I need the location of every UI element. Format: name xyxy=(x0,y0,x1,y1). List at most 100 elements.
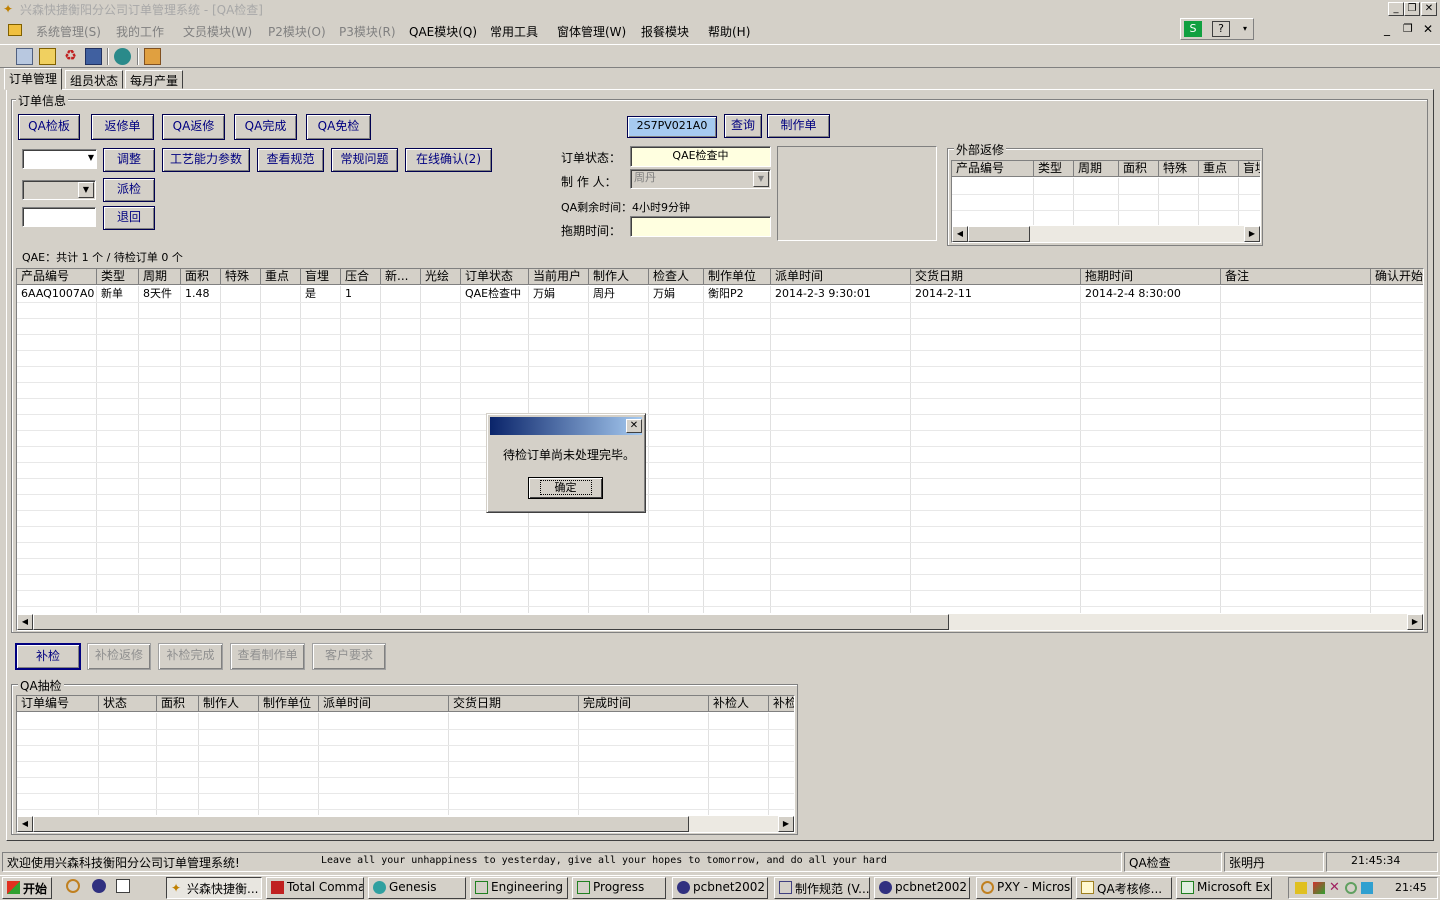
scroll-right-icon[interactable]: ▶ xyxy=(1407,614,1423,630)
table-cell[interactable] xyxy=(1371,286,1423,302)
table-cell[interactable] xyxy=(261,286,301,302)
customer-requirements-button[interactable]: 客户要求 xyxy=(312,643,386,670)
column-header[interactable]: 产品编号 xyxy=(952,161,1034,177)
tray-network-icon[interactable] xyxy=(1361,882,1373,894)
menu-system[interactable]: 系统管理(S) xyxy=(36,23,101,40)
external-repair-grid[interactable]: 产品编号类型周期面积特殊重点盲埋◀▶ xyxy=(951,160,1261,243)
recycle-icon[interactable]: ♻ xyxy=(62,48,79,65)
menu-help[interactable]: 帮助(H) xyxy=(708,23,750,40)
task-order-system[interactable]: ✦ 兴森快捷衡... xyxy=(166,877,262,899)
table-cell[interactable]: 衡阳P2 xyxy=(704,286,771,302)
column-header[interactable]: 制作人 xyxy=(589,269,649,285)
column-header[interactable]: 交货日期 xyxy=(911,269,1081,285)
return-input[interactable] xyxy=(22,207,96,227)
column-header[interactable]: 派单时间 xyxy=(319,696,449,712)
help-icon[interactable]: ? xyxy=(1212,21,1230,37)
column-header[interactable]: 确认开始 xyxy=(1371,269,1423,285)
close-button[interactable]: ✕ xyxy=(1421,2,1437,16)
order-code-field[interactable]: 2S7PV021A0 xyxy=(627,116,717,138)
menu-clerk[interactable]: 文员模块(W) xyxy=(183,23,252,40)
scroll-left-icon[interactable]: ◀ xyxy=(17,614,33,630)
column-header[interactable]: 面积 xyxy=(1119,161,1159,177)
dialog-close-icon[interactable]: ✕ xyxy=(626,419,642,433)
column-header[interactable]: 重点 xyxy=(261,269,301,285)
column-header[interactable]: 特殊 xyxy=(221,269,261,285)
task-genesis[interactable]: Genesis xyxy=(368,877,466,899)
dispatch-combo[interactable]: ▼ xyxy=(22,180,96,200)
column-header[interactable]: 面积 xyxy=(157,696,199,712)
column-header[interactable]: 特殊 xyxy=(1159,161,1199,177)
tray-pen-icon[interactable] xyxy=(1295,882,1307,894)
scroll-thumb[interactable] xyxy=(33,614,949,630)
table-cell[interactable]: 1 xyxy=(341,286,381,302)
horizontal-scrollbar[interactable]: ◀ ▶ xyxy=(17,816,794,832)
column-header[interactable]: 类型 xyxy=(97,269,139,285)
tab-member-status[interactable]: 组员状态 xyxy=(65,70,124,89)
menu-meal[interactable]: 报餐模块 xyxy=(641,23,689,40)
menu-p2[interactable]: P2模块(O) xyxy=(268,23,326,40)
tab-monthly-output[interactable]: 每月产量 xyxy=(125,70,184,89)
column-header[interactable]: 补检 xyxy=(769,696,794,712)
menu-window[interactable]: 窗体管理(W) xyxy=(557,23,626,40)
dialog-ok-button[interactable]: 确定 xyxy=(528,477,603,499)
view-make-order-button[interactable]: 查看制作单 xyxy=(230,643,305,670)
grid-icon[interactable] xyxy=(16,48,33,65)
dispatch-button[interactable]: 派检 xyxy=(103,178,155,202)
qa-complete-button[interactable]: QA完成 xyxy=(234,114,297,140)
table-cell[interactable]: 1.48 xyxy=(181,286,221,302)
quicklaunch-clock-icon[interactable] xyxy=(66,879,80,893)
table-cell[interactable] xyxy=(421,286,461,302)
column-header[interactable]: 压合 xyxy=(341,269,381,285)
maker-combo[interactable]: 周丹 ▼ xyxy=(630,169,771,189)
column-header[interactable]: 面积 xyxy=(181,269,221,285)
restore-button[interactable]: ❐ xyxy=(1404,2,1420,16)
column-header[interactable]: 制作单位 xyxy=(259,696,319,712)
open-folder-icon[interactable] xyxy=(39,48,56,65)
table-cell[interactable]: 2014-2-11 xyxy=(911,286,1081,302)
table-cell[interactable]: 万娟 xyxy=(529,286,589,302)
menu-qae[interactable]: QAE模块(Q) xyxy=(409,23,477,40)
resample-button[interactable]: 补检 xyxy=(15,643,81,670)
task-qa-review[interactable]: QA考核修... xyxy=(1076,877,1172,899)
query-button[interactable]: 查询 xyxy=(724,114,762,138)
resample-complete-button[interactable]: 补检完成 xyxy=(158,643,223,670)
column-header[interactable]: 备注 xyxy=(1221,269,1371,285)
task-total-commander[interactable]: Total Comma... xyxy=(266,877,364,899)
view-spec-button[interactable]: 查看规范 xyxy=(257,148,324,172)
adjust-combo[interactable]: ▼ xyxy=(22,149,97,169)
qa-exempt-button[interactable]: QA免检 xyxy=(306,114,371,140)
minimize-button[interactable]: _ xyxy=(1388,2,1404,16)
scroll-thumb[interactable] xyxy=(968,226,1030,242)
scroll-right-icon[interactable]: ▶ xyxy=(1244,226,1260,242)
column-header[interactable]: 盲埋 xyxy=(1239,161,1260,177)
mdi-restore-button[interactable]: ❐ xyxy=(1403,22,1413,35)
qa-repair-button[interactable]: QA返修 xyxy=(162,114,225,140)
common-issues-button[interactable]: 常规问题 xyxy=(331,148,398,172)
mdi-close-button[interactable]: ✕ xyxy=(1423,22,1433,36)
menu-p3[interactable]: P3模块(R) xyxy=(339,23,396,40)
table-cell[interactable]: 万娟 xyxy=(649,286,704,302)
task-spec[interactable]: 制作规范 (V... xyxy=(774,877,870,899)
exit-icon[interactable] xyxy=(144,48,161,65)
column-header[interactable]: 周期 xyxy=(139,269,181,285)
task-progress[interactable]: Progress xyxy=(572,877,666,899)
repair-order-button[interactable]: 返修单 xyxy=(91,114,154,140)
quicklaunch-notepad-icon[interactable] xyxy=(116,879,130,893)
ime-dropdown-icon[interactable]: ▾ xyxy=(1239,21,1251,37)
task-pxy[interactable]: PXY - Micros... xyxy=(976,877,1072,899)
column-header[interactable]: 制作单位 xyxy=(704,269,771,285)
horizontal-scrollbar[interactable]: ◀ ▶ xyxy=(17,614,1423,630)
table-cell[interactable]: 8天件 xyxy=(139,286,181,302)
menu-tools[interactable]: 常用工具 xyxy=(490,23,538,40)
column-header[interactable]: 制作人 xyxy=(199,696,259,712)
column-header[interactable]: 新... xyxy=(381,269,421,285)
tray-clock-icon[interactable] xyxy=(1345,882,1357,894)
start-button[interactable]: 开始 xyxy=(2,877,52,899)
column-header[interactable]: 盲埋 xyxy=(301,269,341,285)
column-header[interactable]: 完成时间 xyxy=(579,696,709,712)
online-confirm-button[interactable]: 在线确认(2) xyxy=(405,148,492,172)
tray-x-icon[interactable]: ✕ xyxy=(1329,880,1340,895)
qae-grid[interactable]: 产品编号 类型 周期 面积 特殊 重点 盲埋 压合 新... 光绘 订单状态 当前用户 制作人 检查人 制作… xyxy=(16,268,1424,631)
column-header[interactable]: 补检人 xyxy=(709,696,769,712)
qa-sampling-grid[interactable]: 订单编号 状态 面积 制作人 制作单位 派单时间 交货日期 完成时间 补检人 补检 ◀ ▶ xyxy=(16,695,795,833)
